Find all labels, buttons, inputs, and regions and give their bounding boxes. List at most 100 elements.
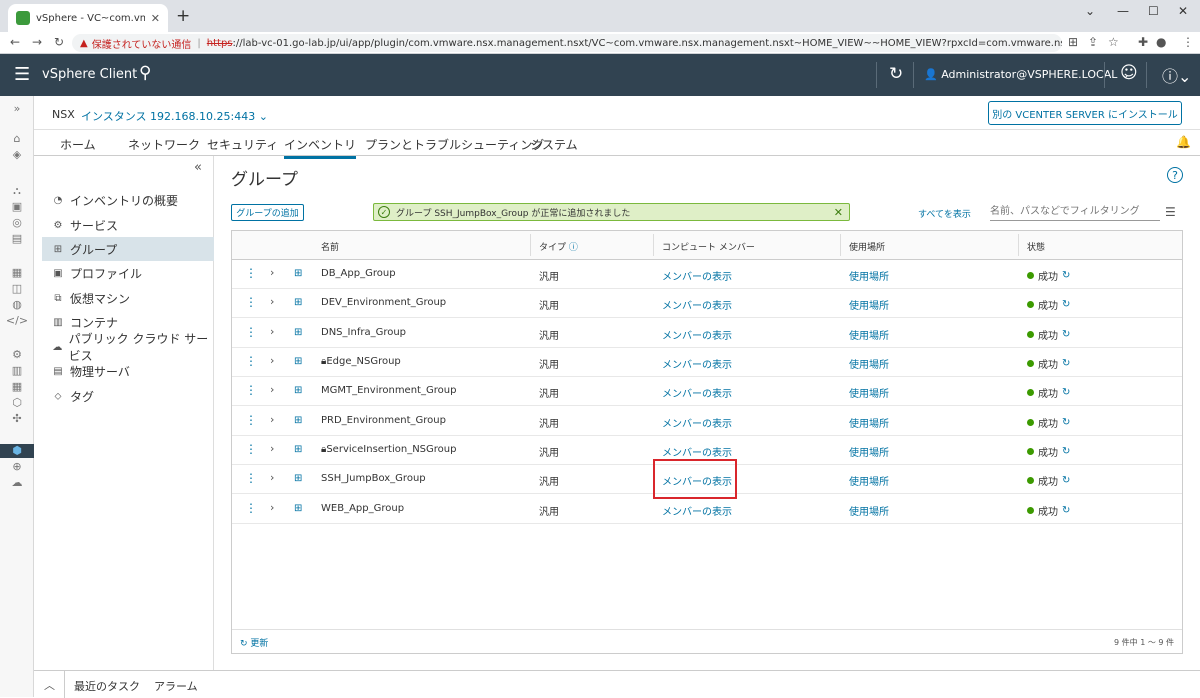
collapse-sidebar-icon[interactable]: « bbox=[194, 160, 202, 175]
chevron-down-icon[interactable]: ⌄ bbox=[1085, 4, 1095, 18]
home-icon[interactable]: ⌂ bbox=[0, 132, 34, 145]
expand-row-icon[interactable]: › bbox=[270, 325, 274, 338]
networking-icon[interactable]: ▤ bbox=[0, 232, 34, 245]
expand-row-icon[interactable]: › bbox=[270, 442, 274, 455]
refresh-status-icon[interactable]: ↻ bbox=[1062, 446, 1070, 457]
refresh-status-icon[interactable]: ↻ bbox=[1062, 387, 1070, 398]
browser-menu-icon[interactable]: ⋮ bbox=[1182, 35, 1194, 49]
events-icon[interactable]: ▦ bbox=[0, 380, 34, 393]
expand-row-icon[interactable]: › bbox=[270, 501, 274, 514]
tab-network[interactable]: ネットワーク bbox=[128, 136, 200, 153]
tab-security[interactable]: セキュリティ bbox=[207, 136, 278, 153]
search-icon[interactable]: ⚲ bbox=[139, 63, 151, 83]
tab-inventory[interactable]: インベントリ bbox=[284, 136, 357, 159]
sidebar-item-inventory-overview[interactable]: ◔ インベントリの概要 bbox=[42, 188, 214, 212]
where-used-link[interactable]: 使用場所 bbox=[849, 444, 889, 459]
where-used-link[interactable]: 使用場所 bbox=[849, 356, 889, 371]
cloud-icon[interactable]: ☁ bbox=[0, 476, 34, 489]
view-members-link[interactable]: メンバーの表示 bbox=[662, 444, 732, 459]
feedback-smiley-icon[interactable]: ☺ bbox=[1120, 63, 1138, 83]
tasks-icon[interactable]: ▥ bbox=[0, 364, 34, 377]
sidebar-item-groups[interactable]: ⊞ グループ bbox=[42, 237, 214, 261]
content-library-icon[interactable]: ▦ bbox=[0, 266, 34, 279]
show-all-link[interactable]: すべてを表示 bbox=[918, 207, 971, 220]
browser-tab[interactable]: vSphere - VC~com.vmware.nsx.m ✕ bbox=[8, 4, 168, 32]
expand-row-icon[interactable]: › bbox=[270, 266, 274, 279]
view-members-link[interactable]: メンバーの表示 bbox=[662, 415, 732, 430]
sidebar-item-public-cloud[interactable]: ☁ パブリック クラウド サービス bbox=[42, 332, 214, 363]
storage-icon[interactable]: ◎ bbox=[0, 216, 34, 229]
window-close-icon[interactable]: ✕ bbox=[1178, 4, 1188, 18]
refresh-status-icon[interactable]: ↻ bbox=[1062, 329, 1070, 340]
filter-input[interactable] bbox=[990, 203, 1160, 221]
instance-selector[interactable]: インスタンス 192.168.10.25:443 ⌄ bbox=[81, 108, 268, 124]
refresh-status-icon[interactable]: ↻ bbox=[1062, 270, 1070, 281]
col-members[interactable]: コンピュート メンバー bbox=[662, 240, 755, 253]
maximize-icon[interactable]: ☐ bbox=[1148, 4, 1159, 18]
expand-row-icon[interactable]: › bbox=[270, 354, 274, 367]
add-icon[interactable]: ⊕ bbox=[0, 460, 34, 473]
forward-icon[interactable]: → bbox=[32, 35, 42, 49]
row-actions-icon[interactable]: ⋮ bbox=[245, 266, 257, 280]
user-menu[interactable]: 👤 Administrator@VSPHERE.LOCAL ⌄ bbox=[924, 68, 1130, 81]
row-actions-icon[interactable]: ⋮ bbox=[245, 354, 257, 368]
view-members-link[interactable]: メンバーの表示 bbox=[662, 503, 732, 518]
profile-avatar-icon[interactable]: ● bbox=[1156, 35, 1166, 49]
expand-row-icon[interactable]: › bbox=[270, 383, 274, 396]
where-used-link[interactable]: 使用場所 bbox=[849, 327, 889, 342]
row-actions-icon[interactable]: ⋮ bbox=[245, 383, 257, 397]
where-used-link[interactable]: 使用場所 bbox=[849, 503, 889, 518]
view-members-link[interactable]: メンバーの表示 bbox=[662, 268, 732, 283]
col-type[interactable]: タイプ ⓘ bbox=[539, 240, 578, 253]
filter-icon[interactable]: ☰ bbox=[1165, 205, 1176, 219]
row-actions-icon[interactable]: ⋮ bbox=[245, 325, 257, 339]
hosts-clusters-icon[interactable]: ⛬ bbox=[0, 184, 34, 198]
lifecycle-icon[interactable]: ◍ bbox=[0, 298, 34, 311]
alarms-tab[interactable]: アラーム bbox=[154, 678, 198, 694]
where-used-link[interactable]: 使用場所 bbox=[849, 473, 889, 488]
hamburger-menu-icon[interactable]: ☰ bbox=[14, 64, 30, 85]
bookmark-star-icon[interactable]: ☆ bbox=[1108, 35, 1119, 49]
where-used-link[interactable]: 使用場所 bbox=[849, 268, 889, 283]
row-actions-icon[interactable]: ⋮ bbox=[245, 413, 257, 427]
sidebar-item-profiles[interactable]: ▣ プロファイル bbox=[42, 261, 214, 285]
url-field[interactable]: ▲ 保護されていない通信 | https ://lab-vc-01.go-lab… bbox=[72, 34, 1062, 52]
translate-icon[interactable]: ⊞ bbox=[1068, 35, 1078, 49]
minimize-icon[interactable]: — bbox=[1117, 4, 1129, 18]
tab-system[interactable]: システム bbox=[530, 136, 578, 153]
policies-icon[interactable]: ⚙ bbox=[0, 348, 34, 361]
share-icon[interactable]: ⇪ bbox=[1088, 35, 1098, 49]
sidebar-item-services[interactable]: ⚙ サービス bbox=[42, 213, 214, 237]
expand-row-icon[interactable]: › bbox=[270, 413, 274, 426]
col-status[interactable]: 状態 bbox=[1027, 240, 1045, 253]
vms-templates-icon[interactable]: ▣ bbox=[0, 200, 34, 213]
extensions-icon[interactable]: ✚ bbox=[1138, 35, 1148, 49]
col-name[interactable]: 名前 bbox=[321, 240, 339, 253]
col-usage[interactable]: 使用場所 bbox=[849, 240, 885, 253]
developer-icon[interactable]: </> bbox=[0, 314, 34, 327]
shortcuts-icon[interactable]: ◈ bbox=[0, 148, 34, 161]
help-circle-icon[interactable]: ? bbox=[1167, 167, 1183, 183]
bell-icon[interactable]: 🔔 bbox=[1176, 135, 1191, 149]
view-members-link[interactable]: メンバーの表示 bbox=[662, 385, 732, 400]
refresh-icon[interactable]: ↻ bbox=[889, 64, 903, 84]
expand-icon[interactable]: » bbox=[0, 102, 34, 115]
new-tab-button[interactable]: + bbox=[176, 6, 190, 26]
row-actions-icon[interactable]: ⋮ bbox=[245, 471, 257, 485]
close-tab-icon[interactable]: ✕ bbox=[151, 12, 160, 25]
sidebar-item-tags[interactable]: ⬦ タグ bbox=[42, 384, 214, 408]
view-members-link[interactable]: メンバーの表示 bbox=[662, 327, 732, 342]
sidebar-item-physical-servers[interactable]: ▤ 物理サーバ bbox=[42, 359, 214, 383]
tab-plan-troubleshooting[interactable]: プランとトラブルシューティング bbox=[365, 136, 544, 153]
refresh-table-button[interactable]: ↻ 更新 bbox=[240, 636, 268, 649]
install-vcenter-button[interactable]: 別の VCENTER SERVER にインストール bbox=[988, 101, 1182, 125]
row-actions-icon[interactable]: ⋮ bbox=[245, 501, 257, 515]
tab-home[interactable]: ホーム bbox=[60, 136, 96, 153]
add-group-button[interactable]: グループの追加 bbox=[231, 204, 304, 221]
where-used-link[interactable]: 使用場所 bbox=[849, 297, 889, 312]
where-used-link[interactable]: 使用場所 bbox=[849, 415, 889, 430]
refresh-status-icon[interactable]: ↻ bbox=[1062, 505, 1070, 516]
refresh-status-icon[interactable]: ↻ bbox=[1062, 475, 1070, 486]
nsx-icon[interactable]: ⬢ bbox=[0, 444, 34, 458]
plugins-icon[interactable]: ✣ bbox=[0, 412, 34, 425]
